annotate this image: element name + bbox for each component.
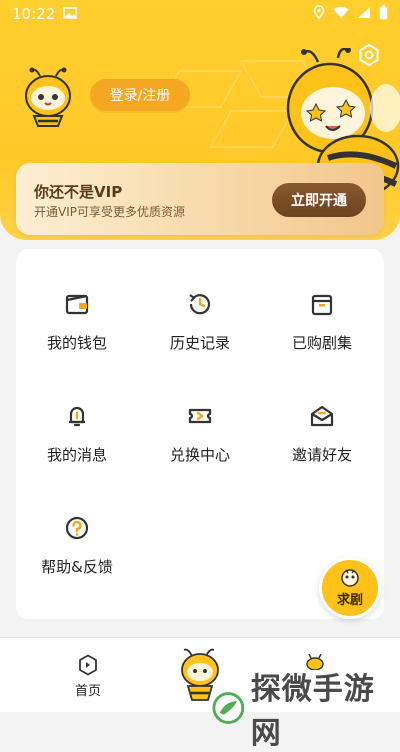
menu-label: 帮助&反馈 xyxy=(41,558,113,576)
status-bar: 10:22 xyxy=(0,0,400,28)
menu-label: 我的钱包 xyxy=(46,334,107,352)
vip-banner: 你还不是VIP 开通VIP可享受更多优质资源 立即开通 xyxy=(16,163,384,235)
bell-icon xyxy=(69,406,85,427)
bee-face-icon xyxy=(341,569,359,587)
menu-label: 邀请好友 xyxy=(291,446,352,464)
login-register-label: 登录/注册 xyxy=(109,88,171,104)
bee-avatar-icon xyxy=(25,67,71,127)
menu-label: 历史记录 xyxy=(169,334,230,352)
home-icon xyxy=(79,654,97,676)
menu-label: 我的消息 xyxy=(46,446,107,464)
watermark-logo-icon xyxy=(212,692,245,724)
status-right xyxy=(313,5,388,24)
open-vip-button[interactable]: 立即开通 xyxy=(272,183,366,217)
wifi-icon xyxy=(333,5,349,23)
open-vip-label: 立即开通 xyxy=(291,193,347,209)
vip-title: 你还不是VIP xyxy=(34,183,123,201)
menu-item-history[interactable]: 历史记录 xyxy=(139,290,261,380)
nav-home[interactable]: 首页 xyxy=(66,654,110,699)
menu-item-invite[interactable]: 邀请好友 xyxy=(261,402,383,492)
menu-item-messages[interactable]: 我的消息 xyxy=(16,402,138,492)
nav-home-label: 首页 xyxy=(74,684,101,699)
ticket-icon xyxy=(188,408,212,424)
watermark-text: 探微手游网 xyxy=(250,672,375,751)
menu-item-exchange[interactable]: 兑换中心 xyxy=(139,402,261,492)
envelope-icon xyxy=(310,405,334,427)
menu-label: 已购剧集 xyxy=(291,334,352,352)
signal-icon xyxy=(357,5,371,23)
login-register-button[interactable]: 登录/注册 xyxy=(90,79,190,111)
watermark: 探微手游网 xyxy=(212,664,400,752)
wallet-icon xyxy=(65,294,89,315)
menu-item-purchased[interactable]: 已购剧集 xyxy=(261,290,383,380)
status-time: 10:22 xyxy=(12,5,56,23)
status-left: 10:22 xyxy=(12,5,78,23)
help-icon xyxy=(65,516,89,540)
avatar[interactable] xyxy=(16,66,80,130)
purchased-icon xyxy=(311,294,333,316)
battery-icon xyxy=(379,5,388,24)
history-icon xyxy=(189,294,211,315)
menu-label: 兑换中心 xyxy=(169,446,230,464)
request-drama-button[interactable]: 求剧 xyxy=(319,557,381,619)
menu-item-help[interactable]: 帮助&反馈 xyxy=(16,514,138,604)
request-drama-label: 求剧 xyxy=(336,593,363,608)
menu-item-wallet[interactable]: 我的钱包 xyxy=(16,290,138,380)
location-icon xyxy=(313,5,325,23)
vip-subtitle: 开通VIP可享受更多优质资源 xyxy=(34,205,185,219)
image-notification-icon xyxy=(63,5,78,23)
